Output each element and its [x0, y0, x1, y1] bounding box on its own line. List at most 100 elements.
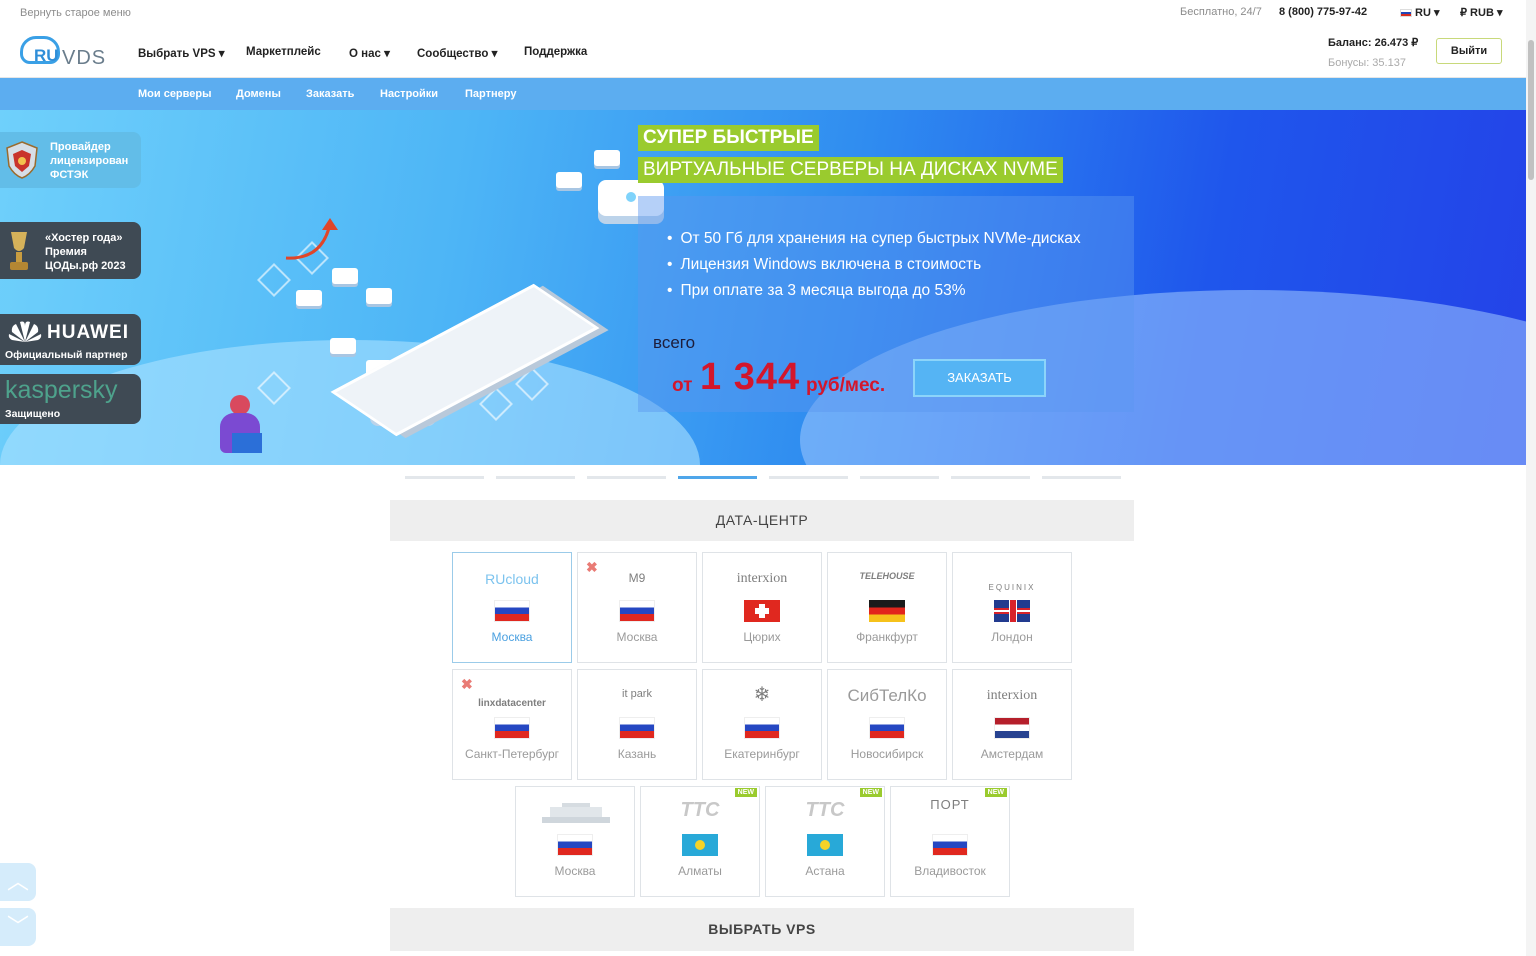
scroll-down-button[interactable]: ﹀ [0, 908, 36, 946]
site-logo[interactable]: RU VDS [20, 34, 105, 70]
linxdatacenter-logo: linxdatacenter [478, 698, 546, 709]
fstek-badge[interactable]: Провайдер лицензирован ФСТЭК [0, 132, 141, 188]
price-from-label: от [672, 375, 693, 396]
slider-dot[interactable] [405, 476, 484, 479]
subnav-domains[interactable]: Домены [236, 88, 281, 100]
kaspersky-badge[interactable]: kaspersky Защищено [0, 374, 141, 424]
datacenter-london[interactable]: EQUINIX Лондон [952, 552, 1072, 663]
old-menu-link[interactable]: Вернуть старое меню [20, 7, 131, 19]
price-unit: руб/мес. [806, 375, 886, 396]
new-badge: NEW [984, 788, 1007, 797]
slider-dot[interactable] [951, 476, 1030, 479]
russia-flag-icon [557, 834, 593, 856]
choose-vps-section-title: ВЫБРАТЬ VPS [390, 908, 1134, 951]
nav-about[interactable]: О нас ▾ [349, 46, 390, 60]
huawei-partner-badge[interactable]: HUAWEI Официальный партнер [0, 314, 141, 365]
price-value: 1 344 [700, 356, 801, 398]
datacenter-vladivostok[interactable]: NEW ПОРТ Владивосток [890, 786, 1010, 897]
datacenter-moscow-building[interactable]: Москва [515, 786, 635, 897]
datacenter-section-title: ДАТА-ЦЕНТР [390, 500, 1134, 541]
nav-support[interactable]: Поддержка [524, 46, 587, 58]
nav-marketplace[interactable]: Маркетплейс [246, 46, 321, 58]
datacenter-moscow-m9[interactable]: ✖ M9 Москва [577, 552, 697, 663]
datacenter-yekaterinburg[interactable]: ❄ Екатеринбург [702, 669, 822, 780]
huawei-wordmark: HUAWEI [47, 322, 129, 343]
nav-choose-vps[interactable]: Выбрать VPS ▾ [138, 46, 225, 60]
datacenter-amsterdam[interactable]: interxion Амстердам [952, 669, 1072, 780]
scrollbar-thumb[interactable] [1528, 40, 1534, 180]
slider-dot[interactable] [1042, 476, 1121, 479]
subnav-settings[interactable]: Настройки [380, 88, 438, 100]
top-bar: Вернуть старое меню Бесплатно, 24/7 8 (8… [0, 0, 1536, 26]
new-badge: NEW [734, 788, 757, 797]
scroll-up-button[interactable]: ︿ [0, 863, 36, 901]
logout-button[interactable]: Выйти [1436, 38, 1502, 64]
decor-chip-icon [296, 290, 322, 306]
russia-flag-icon [1400, 9, 1412, 17]
subnav-my-servers[interactable]: Мои серверы [138, 88, 212, 100]
chevron-up-icon: ︿ [6, 869, 29, 894]
slider-dot[interactable] [860, 476, 939, 479]
germany-flag-icon [869, 600, 905, 622]
it-park-logo: it park [622, 688, 652, 700]
subnav-order[interactable]: Заказать [306, 88, 354, 100]
hoster-of-year-badge[interactable]: «Хостер года» Премия ЦОДы.рф 2023 [0, 222, 141, 279]
uk-flag-icon [994, 600, 1030, 622]
trophy-icon [10, 232, 28, 270]
phone-link[interactable]: 8 (800) 775-97-42 [1279, 6, 1367, 18]
subnav-partner[interactable]: Партнеру [465, 88, 516, 100]
new-badge: NEW [859, 788, 882, 797]
decor-chip-icon [332, 268, 358, 284]
russia-flag-icon [869, 717, 905, 739]
nav-community[interactable]: Сообщество ▾ [417, 46, 497, 60]
slider-dot-active[interactable] [678, 476, 757, 479]
ttc-logo: TTC [680, 799, 720, 821]
support-hours: Бесплатно, 24/7 [1180, 6, 1262, 18]
person-illustration [210, 395, 266, 465]
rucloud-logo: RUcloud [485, 571, 539, 587]
decor-chip-icon [556, 172, 582, 188]
balance: Баланс: 26.473 ₽ [1328, 37, 1419, 49]
russia-flag-icon [744, 717, 780, 739]
bonus: Бонусы: 35.137 [1328, 57, 1406, 69]
interxion-logo: interxion [736, 571, 788, 586]
datacenter-kazan[interactable]: it park Казань [577, 669, 697, 780]
language-select[interactable]: RU ▾ [1400, 6, 1439, 19]
telehouse-logo: TELEHOUSE [859, 571, 915, 581]
huawei-logo-icon [8, 321, 42, 342]
hero-tag-nvme: ВИРТУАЛЬНЫЕ СЕРВЕРЫ НА ДИСКАХ NVME [638, 157, 1063, 183]
sub-nav: Мои серверы Домены Заказать Настройки Па… [0, 78, 1526, 110]
datacenter-novosibirsk[interactable]: СибТелКо Новосибирск [827, 669, 947, 780]
decor-chip-icon [330, 338, 356, 354]
order-button[interactable]: ЗАКАЗАТЬ [913, 359, 1046, 397]
datacenter-astana[interactable]: NEW TTC Астана [765, 786, 885, 897]
sibtelko-logo: СибТелКо [847, 686, 927, 705]
slider-dot[interactable] [769, 476, 848, 479]
unavailable-icon: ✖ [461, 676, 473, 692]
feature-discount: При оплате за 3 месяца выгода до 53% [667, 282, 965, 300]
russia-flag-icon [494, 717, 530, 739]
slider-dot[interactable] [496, 476, 575, 479]
equinix-logo: EQUINIX [988, 583, 1036, 592]
price-total-label: всего [653, 333, 696, 352]
decor-diamond-icon [257, 263, 291, 297]
datacenter-almaty[interactable]: NEW TTC Алматы [640, 786, 760, 897]
datacenter-saint-petersburg[interactable]: ✖ linxdatacenter Санкт-Петербург [452, 669, 572, 780]
page-scrollbar[interactable] [1526, 0, 1536, 956]
datacenter-frankfurt[interactable]: TELEHOUSE Франкфурт [827, 552, 947, 663]
switzerland-flag-icon [744, 600, 780, 622]
netherlands-flag-icon [994, 717, 1030, 739]
decor-chip-icon [366, 288, 392, 304]
russia-flag-icon [619, 600, 655, 622]
feature-windows: Лицензия Windows включена в стоимость [667, 256, 981, 274]
russia-flag-icon [494, 600, 530, 622]
hero-tag-super-fast: СУПЕР БЫСТРЫЕ [638, 125, 819, 151]
currency-select[interactable]: ₽ RUB ▾ [1460, 6, 1502, 19]
building-logo-icon [542, 803, 610, 823]
datacenter-moscow-rucloud[interactable]: RUcloud Москва [452, 552, 572, 663]
slider-dot[interactable] [587, 476, 666, 479]
header: RU VDS Выбрать VPS ▾ Маркетплейс О нас ▾… [0, 26, 1536, 78]
datacenter-zurich[interactable]: interxion Цюрих [702, 552, 822, 663]
interxion-logo: interxion [986, 688, 1038, 703]
chevron-down-icon: ﹀ [6, 914, 29, 939]
